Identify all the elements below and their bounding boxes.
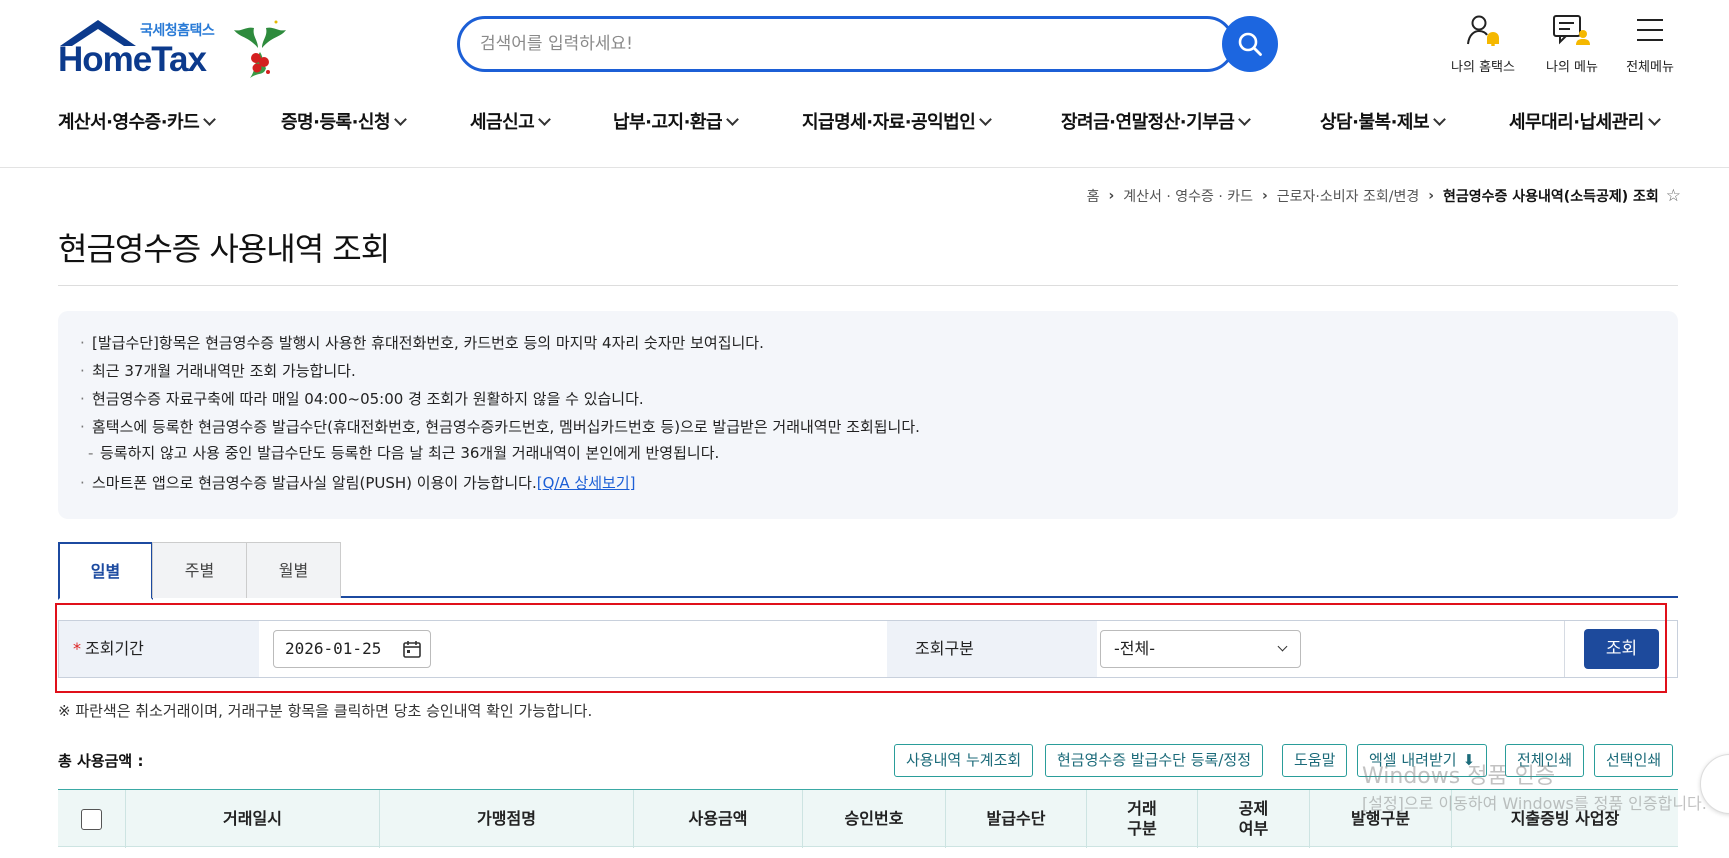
col-amount[interactable]: 사용금액 <box>633 790 802 848</box>
holly-icon <box>234 20 286 78</box>
breadcrumb-home[interactable]: 홈 <box>1087 186 1100 206</box>
breadcrumb-current: 현금영수증 사용내역(소득공제) 조회 <box>1443 189 1659 205</box>
qa-detail-link[interactable]: [Q/A 상세보기] <box>537 474 636 492</box>
gnb-item-payment[interactable]: 납부·고지·환급 <box>613 108 739 134</box>
chevron-down-icon <box>203 113 217 126</box>
chevron-down-icon <box>1238 113 1252 126</box>
search-box[interactable] <box>457 16 1235 72</box>
gnb-label: 상담·불복·제보 <box>1320 112 1430 133</box>
notice-item: [발급수단]항목은 현금영수증 발행시 사용한 휴대전화번호, 카드번호 등의 … <box>80 329 1656 357</box>
global-nav: 계산서·영수증·카드 증명·등록·신청 세금신고 납부·고지·환급 지급명세·자… <box>0 108 1729 136</box>
hometax-logo[interactable]: 국세청홈택스 HomeTax <box>58 18 298 84</box>
col-issue-method[interactable]: 발급수단 <box>945 790 1086 848</box>
my-menu-button[interactable]: 나의 메뉴 <box>1532 14 1612 75</box>
register-method-button[interactable]: 현금영수증 발급수단 등록/정정 <box>1045 744 1263 777</box>
windows-activation-hint: [설정]으로 이동하여 Windows를 정품 인증합니다. <box>1362 794 1707 813</box>
search-input[interactable] <box>480 31 1120 57</box>
total-amount-label: 총 사용금액 : <box>58 752 144 770</box>
tab-monthly[interactable]: 월별 <box>246 542 341 598</box>
gnb-item-invoice[interactable]: 계산서·영수증·카드 <box>58 108 217 134</box>
breadcrumb: 홈 › 계산서 · 영수증 · 카드 › 근로자·소비자 조회/변경 › 현금영… <box>1087 186 1681 206</box>
select-all-cell <box>58 790 125 848</box>
gnb-item-statement[interactable]: 지급명세·자료·공익법인 <box>802 108 993 134</box>
col-datetime[interactable]: 거래일시 <box>125 790 379 848</box>
breadcrumb-worker[interactable]: 근로자·소비자 조회/변경 <box>1277 186 1419 206</box>
chevron-down-icon <box>979 113 993 126</box>
my-menu-label: 나의 메뉴 <box>1546 60 1598 75</box>
tab-weekly[interactable]: 주별 <box>152 542 247 598</box>
header: 국세청홈택스 HomeTax 나의 홈택스 <box>0 0 1729 168</box>
chevron-right-icon: › <box>1428 188 1434 204</box>
star-icon[interactable]: ☆ <box>1666 186 1681 206</box>
chevron-down-icon <box>538 113 552 126</box>
page-title: 현금영수증 사용내역 조회 <box>58 230 390 268</box>
my-hometax-label: 나의 홈택스 <box>1451 60 1515 75</box>
chevron-right-icon: › <box>1108 188 1115 204</box>
cancel-hint: ※ 파란색은 취소거래이며, 거래구분 항목을 클릭하면 당초 승인내역 확인 … <box>58 702 593 720</box>
gnb-label: 증명·등록·신청 <box>281 112 391 133</box>
chevron-down-icon <box>1647 113 1661 126</box>
title-divider <box>58 285 1678 286</box>
gnb-item-certificate[interactable]: 증명·등록·신청 <box>281 108 407 134</box>
gnb-item-consult[interactable]: 상담·불복·제보 <box>1320 108 1446 134</box>
cumulative-query-button[interactable]: 사용내역 누계조회 <box>894 744 1034 777</box>
logo-title: HomeTax <box>58 40 207 79</box>
notice-sub-item: 등록하지 않고 사용 중인 발급수단도 등록한 다음 날 최근 36개월 거래내… <box>80 441 1656 465</box>
highlight-frame <box>55 603 1667 693</box>
col-trade-type[interactable]: 거래 구분 <box>1086 790 1197 848</box>
gnb-item-incentive[interactable]: 장려금·연말정산·기부금 <box>1061 108 1252 134</box>
notice-item: 최근 37개월 거래내역만 조회 가능합니다. <box>80 357 1656 385</box>
gnb-label: 세무대리·납세관리 <box>1509 112 1644 133</box>
notice-item-push: 스마트폰 앱으로 현금영수증 발급사실 알림(PUSH) 이용이 가능합니다.[… <box>80 469 1656 497</box>
col-merchant[interactable]: 가맹점명 <box>379 790 633 848</box>
gnb-label: 납부·고지·환급 <box>613 112 723 133</box>
my-hometax-button[interactable]: 나의 홈택스 <box>1443 14 1523 75</box>
hamburger-icon <box>1637 19 1663 41</box>
gnb-label: 장려금·연말정산·기부금 <box>1061 112 1235 133</box>
search-icon <box>1238 32 1262 56</box>
chevron-down-icon <box>1433 113 1446 126</box>
search-button[interactable] <box>1222 16 1278 72</box>
print-selected-button[interactable]: 선택인쇄 <box>1594 744 1674 777</box>
tab-daily[interactable]: 일별 <box>58 542 153 600</box>
chevron-down-icon <box>726 113 739 126</box>
all-menu-label: 전체메뉴 <box>1626 60 1674 75</box>
col-deduction[interactable]: 공제 여부 <box>1197 790 1309 848</box>
gnb-label: 세금신고 <box>470 112 535 133</box>
gnb-label: 계산서·영수증·카드 <box>58 112 200 133</box>
logo-subtitle: 국세청홈택스 <box>140 23 215 39</box>
breadcrumb-invoice[interactable]: 계산서 · 영수증 · 카드 <box>1123 186 1253 206</box>
help-button[interactable]: 도움말 <box>1282 744 1348 777</box>
push-text: 스마트폰 앱으로 현금영수증 발급사실 알림(PUSH) 이용이 가능합니다. <box>92 474 537 492</box>
gnb-label: 지급명세·자료·공익법인 <box>802 112 976 133</box>
chevron-right-icon: › <box>1262 188 1268 204</box>
my-menu-icon <box>1553 15 1590 45</box>
all-menu-button[interactable]: 전체메뉴 <box>1610 14 1690 75</box>
notice-item: 현금영수증 자료구축에 따라 매일 04:00~05:00 경 조회가 원활하지… <box>80 385 1656 413</box>
windows-activation-watermark: Windows 정품 인증 <box>1362 764 1556 789</box>
notice-item: 홈택스에 등록한 현금영수증 발급수단(휴대전화번호, 현금영수증카드번호, 멤… <box>80 413 1656 441</box>
select-all-checkbox[interactable] <box>81 808 102 830</box>
gnb-item-agent[interactable]: 세무대리·납세관리 <box>1509 108 1661 134</box>
period-tabs: 일별 주별 월별 <box>58 542 1678 600</box>
col-approval-no[interactable]: 승인번호 <box>802 790 945 848</box>
chevron-down-icon <box>394 113 407 126</box>
gnb-item-tax-return[interactable]: 세금신고 <box>470 108 552 134</box>
notice-box: [발급수단]항목은 현금영수증 발행시 사용한 휴대전화번호, 카드번호 등의 … <box>58 311 1678 519</box>
person-bell-icon <box>1467 15 1499 47</box>
